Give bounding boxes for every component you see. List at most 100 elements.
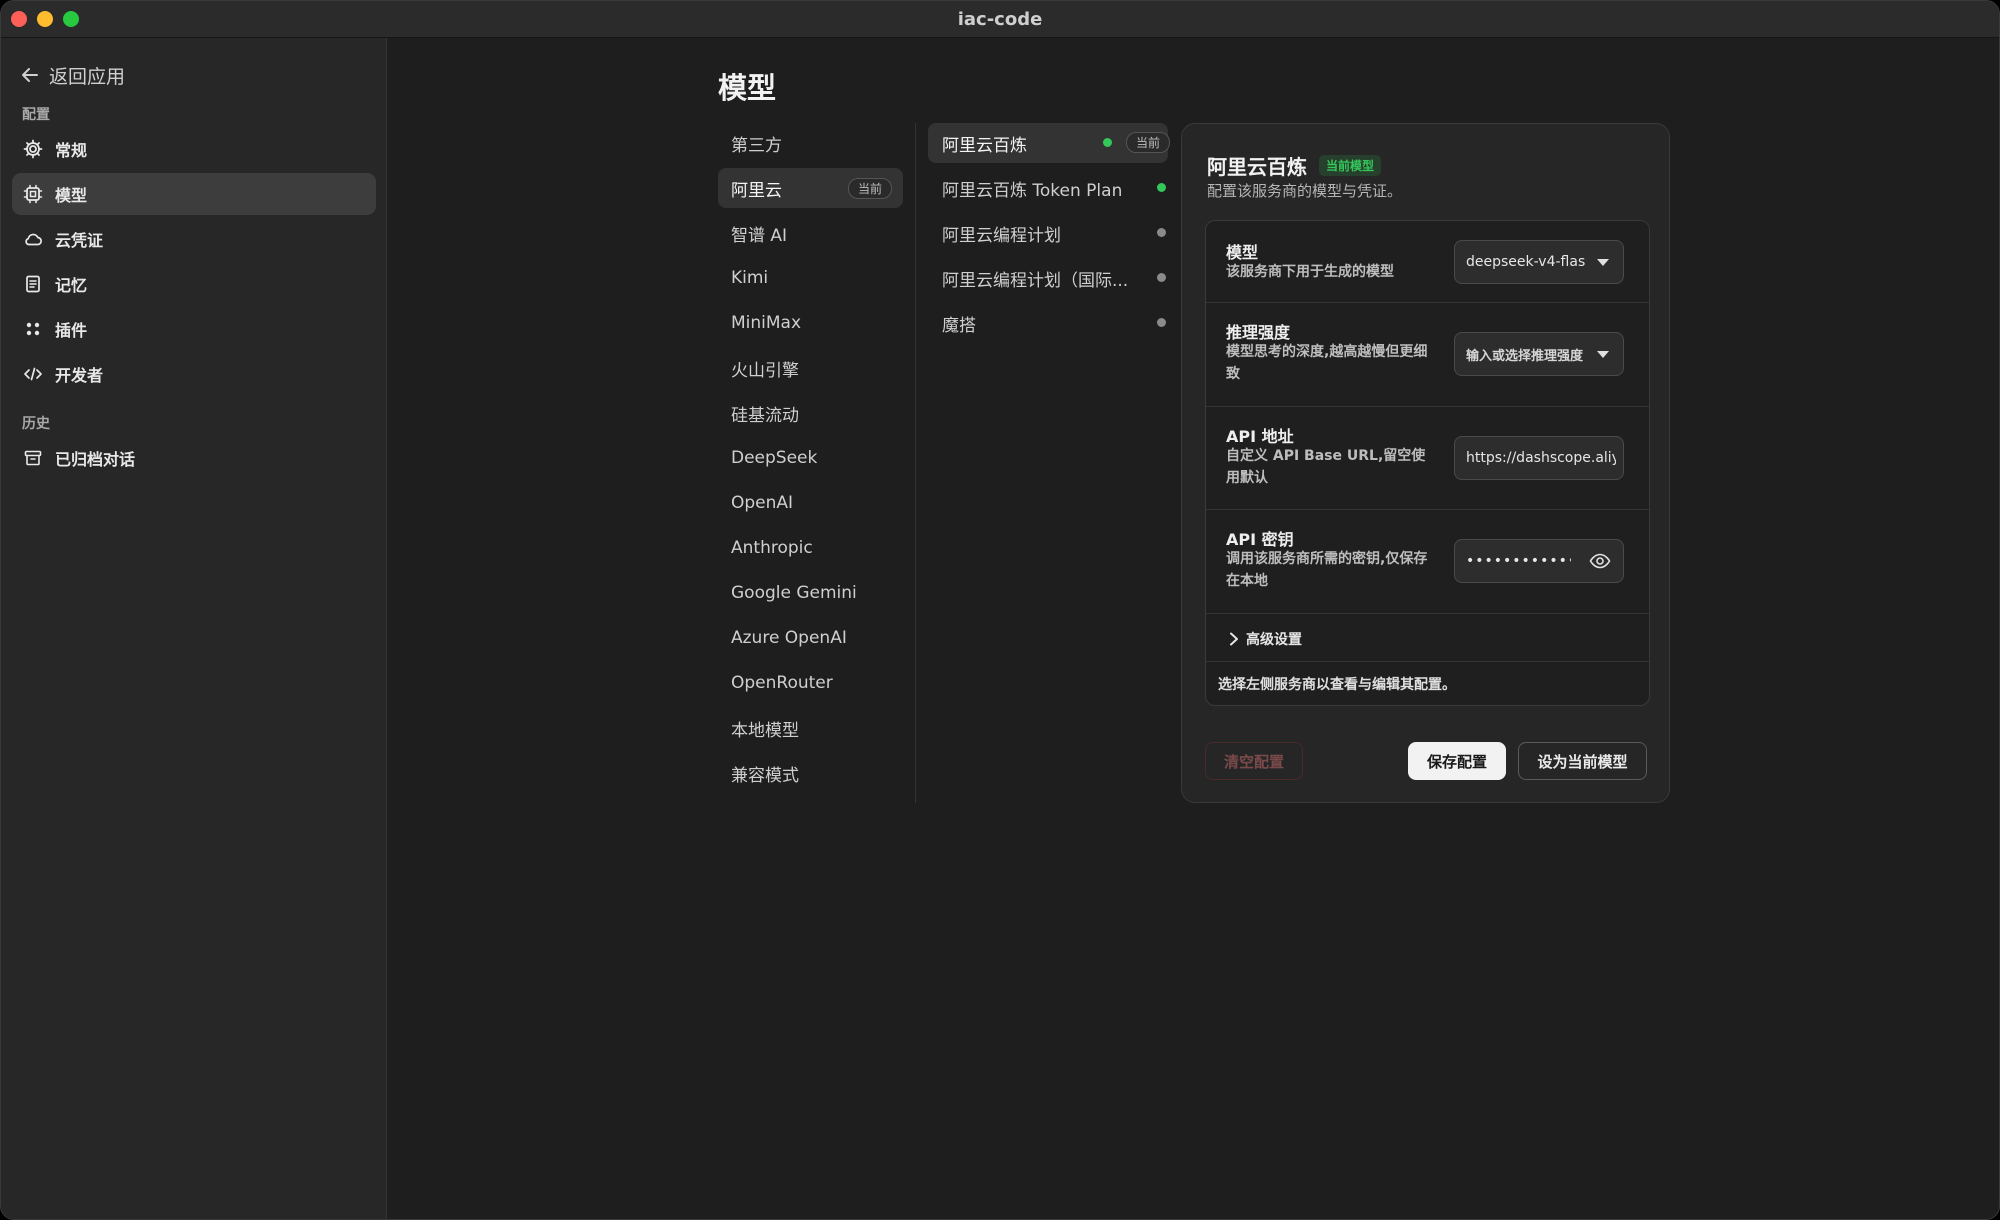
sidebar: 返回应用 配置 常规 模型 云凭证 记忆 插件 开发者 历史 已归档对话 [1, 38, 387, 1219]
chevron-right-icon [1230, 632, 1238, 646]
provider-item[interactable]: MiniMax [718, 303, 903, 343]
api-key-row: API 密钥 调用该服务商所需的密钥,仅保存在本地 ••••••••••••••… [1206, 510, 1649, 614]
provider-label: 火山引擎 [731, 360, 799, 381]
chevron-down-icon [1597, 259, 1609, 266]
reasoning-row: 推理强度 模型思考的深度,越高越慢但更细致 输入或选择推理强度 [1206, 303, 1649, 407]
section-label-config: 配置 [22, 107, 50, 123]
provider-item[interactable]: 第三方 [718, 123, 903, 163]
api-key-input[interactable]: •••••••••••••••• [1454, 539, 1624, 583]
sidebar-item-cloud-credentials[interactable]: 云凭证 [12, 218, 376, 260]
api-url-input[interactable]: https://dashscope.aliyuncs.com [1454, 436, 1624, 480]
sidebar-item-label: 开发者 [55, 366, 104, 385]
code-icon [23, 364, 43, 384]
grid-dots-icon [23, 319, 43, 339]
panel-title-row: 阿里云百炼 当前模型 [1207, 151, 1382, 180]
title-bar: iac-code [1, 1, 1999, 38]
model-select[interactable]: deepseek-v4-flash [1454, 240, 1624, 284]
provider-item[interactable]: OpenRouter [718, 663, 903, 703]
provider-label: 阿里云 [731, 180, 782, 201]
provider-label: 第三方 [731, 135, 782, 156]
sub-provider-item[interactable]: 魔搭 [928, 303, 1178, 343]
model-row: 模型 该服务商下用于生成的模型 deepseek-v4-flash [1206, 221, 1649, 303]
provider-label: MiniMax [731, 313, 802, 333]
provider-item[interactable]: OpenAI [718, 483, 903, 523]
status-dot-inactive [1157, 273, 1166, 282]
clear-config-button[interactable]: 清空配置 [1205, 742, 1303, 780]
chevron-down-icon [1597, 351, 1609, 358]
sub-provider-item-active[interactable]: 阿里云百炼 当前 [928, 123, 1171, 163]
api-key-label: API 密钥 [1226, 530, 1294, 549]
api-url-row: API 地址 自定义 API Base URL,留空使用默认 https://d… [1206, 407, 1649, 510]
arrow-left-icon [22, 68, 38, 82]
sidebar-item-label: 已归档对话 [55, 450, 136, 469]
sidebar-item-developer[interactable]: 开发者 [12, 353, 376, 395]
panel-title: 阿里云百炼 [1207, 155, 1307, 179]
set-current-model-button[interactable]: 设为当前模型 [1518, 742, 1647, 780]
current-badge: 当前 [847, 177, 892, 199]
provider-label: 硅基流动 [731, 405, 799, 426]
provider-label: Anthropic [731, 538, 813, 558]
sub-provider-item[interactable]: 阿里云编程计划 [928, 213, 1178, 253]
provider-config-panel: 阿里云百炼 当前模型 配置该服务商的模型与凭证。 模型 该服务商下用于生成的模型… [1181, 123, 1670, 803]
page-title: 模型 [718, 71, 777, 105]
model-description: 该服务商下用于生成的模型 [1226, 264, 1394, 280]
model-select-value: deepseek-v4-flash [1466, 254, 1586, 270]
provider-item[interactable]: 本地模型 [718, 708, 903, 748]
sidebar-item-general[interactable]: 常规 [12, 128, 376, 170]
api-key-description: 调用该服务商所需的密钥,仅保存在本地 [1226, 551, 1428, 589]
save-config-button[interactable]: 保存配置 [1408, 742, 1506, 780]
provider-item[interactable]: 硅基流动 [718, 393, 903, 433]
reasoning-combobox[interactable]: 输入或选择推理强度 [1454, 332, 1624, 376]
provider-item[interactable]: 兼容模式 [718, 753, 903, 793]
api-url-value: https://dashscope.aliyuncs.com [1466, 450, 1616, 466]
sidebar-item-label: 云凭证 [55, 231, 104, 250]
provider-label: DeepSeek [731, 448, 818, 468]
sub-provider-item[interactable]: 阿里云编程计划（国际... [928, 258, 1178, 298]
section-label-history: 历史 [22, 416, 50, 432]
sub-provider-label: 阿里云百炼 [942, 135, 1027, 156]
document-icon [23, 274, 43, 294]
advanced-settings-label: 高级设置 [1246, 632, 1302, 648]
advanced-settings-toggle[interactable]: 高级设置 [1228, 629, 1302, 649]
provider-label: 本地模型 [731, 720, 799, 741]
status-dot-inactive [1157, 318, 1166, 327]
status-dot-active [1157, 183, 1166, 192]
back-to-app-label: 返回应用 [49, 65, 126, 88]
provider-label: Google Gemini [731, 583, 857, 603]
sidebar-item-memory[interactable]: 记忆 [12, 263, 376, 305]
back-to-app-link[interactable]: 返回应用 [21, 60, 125, 90]
sub-provider-label: 阿里云百炼 Token Plan [942, 180, 1123, 201]
provider-label: OpenAI [731, 493, 794, 513]
window-title: iac-code [957, 9, 1043, 30]
api-key-masked-value: •••••••••••••••• [1466, 553, 1571, 569]
current-model-badge: 当前模型 [1319, 155, 1382, 176]
provider-item[interactable]: Anthropic [718, 528, 903, 568]
sidebar-item-plugins[interactable]: 插件 [12, 308, 376, 350]
eye-icon[interactable] [1589, 552, 1611, 574]
provider-item[interactable]: 智谱 AI [718, 213, 903, 253]
cloud-icon [23, 229, 43, 249]
provider-item[interactable]: Azure OpenAI [718, 618, 903, 658]
sub-provider-item[interactable]: 阿里云百炼 Token Plan [928, 168, 1178, 208]
sidebar-item-archived-chats[interactable]: 已归档对话 [12, 437, 376, 479]
provider-item[interactable]: Google Gemini [718, 573, 903, 613]
api-url-label: API 地址 [1226, 427, 1294, 446]
provider-item[interactable]: 火山引擎 [718, 348, 903, 388]
reasoning-placeholder: 输入或选择推理强度 [1466, 348, 1584, 364]
provider-item[interactable]: Kimi [718, 258, 903, 298]
config-form: 模型 该服务商下用于生成的模型 deepseek-v4-flash 推理强度 模… [1205, 220, 1650, 706]
gear-icon [23, 139, 43, 159]
provider-label: 智谱 AI [731, 225, 788, 246]
reasoning-description: 模型思考的深度,越高越慢但更细致 [1226, 344, 1428, 382]
cpu-icon [23, 184, 43, 204]
provider-item[interactable]: DeepSeek [718, 438, 903, 478]
sidebar-item-label: 插件 [55, 321, 88, 340]
column-divider [915, 123, 916, 803]
sidebar-item-label: 模型 [55, 186, 88, 205]
provider-item-active[interactable]: 阿里云 当前 [718, 168, 903, 208]
reasoning-label: 推理强度 [1226, 323, 1291, 342]
panel-subtitle: 配置该服务商的模型与凭证。 [1207, 182, 1403, 200]
app-window: iac-code 返回应用 配置 常规 模型 云凭证 记忆 插件 开发者 历史 … [0, 0, 2000, 1220]
status-dot-inactive [1157, 228, 1166, 237]
sidebar-item-model[interactable]: 模型 [12, 173, 376, 215]
